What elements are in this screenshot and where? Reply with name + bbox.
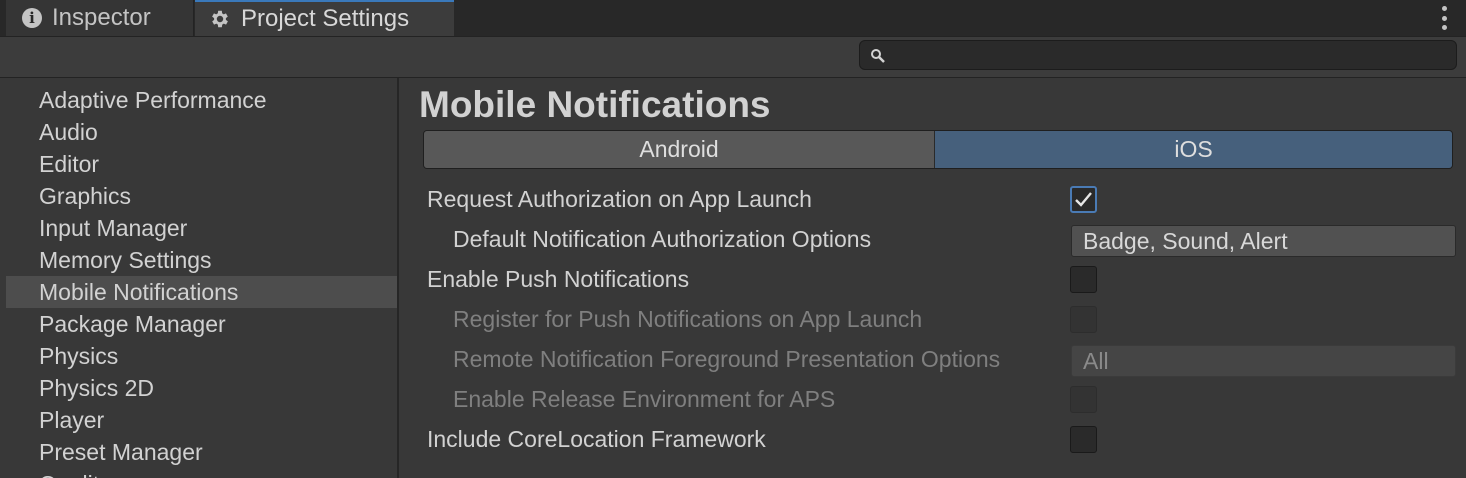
search-input[interactable]	[894, 43, 1448, 69]
setting-label: Enable Release Environment for APS	[453, 386, 836, 412]
sidebar-item-package-manager[interactable]: Package Manager	[6, 308, 397, 340]
sidebar-item-audio[interactable]: Audio	[6, 116, 397, 148]
sidebar-item-graphics[interactable]: Graphics	[6, 180, 397, 212]
setting-request-authorization: Request Authorization on App Launch	[399, 179, 1466, 219]
info-icon: i	[22, 8, 42, 28]
request-authorization-checkbox[interactable]	[1070, 186, 1097, 213]
setting-label: Enable Push Notifications	[427, 266, 690, 292]
sidebar-item-mobile-notifications[interactable]: Mobile Notifications	[6, 276, 397, 308]
page-title: Mobile Notifications	[419, 84, 771, 125]
sidebar-item-player[interactable]: Player	[6, 404, 397, 436]
settings-toolbar	[0, 37, 1466, 78]
gear-icon	[209, 8, 231, 30]
setting-enable-push: Enable Push Notifications	[399, 259, 1466, 299]
search-field[interactable]	[859, 40, 1457, 70]
sidebar-item-quality[interactable]: Quality	[6, 468, 397, 478]
sidebar-item-memory-settings[interactable]: Memory Settings	[6, 244, 397, 276]
search-icon	[870, 48, 886, 69]
sidebar-item-adaptive-performance[interactable]: Adaptive Performance	[6, 84, 397, 116]
setting-label: Remote Notification Foreground Presentat…	[453, 346, 1001, 372]
enable-push-checkbox[interactable]	[1070, 266, 1097, 293]
sidebar-item-editor[interactable]: Editor	[6, 148, 397, 180]
setting-remote-foreground-options: Remote Notification Foreground Presentat…	[399, 339, 1466, 379]
platform-tabs: Android iOS	[423, 130, 1453, 169]
tab-inspector[interactable]: i Inspector	[6, 0, 194, 36]
setting-label: Default Notification Authorization Optio…	[453, 226, 872, 252]
tab-ios[interactable]: iOS	[935, 131, 1452, 168]
setting-label: Register for Push Notifications on App L…	[453, 306, 923, 332]
release-environment-checkbox	[1070, 386, 1097, 413]
default-authorization-options-dropdown[interactable]: Badge, Sound, Alert	[1071, 225, 1456, 257]
sidebar-item-input-manager[interactable]: Input Manager	[6, 212, 397, 244]
setting-label: Include CoreLocation Framework	[427, 426, 766, 452]
tab-inspector-label: Inspector	[52, 4, 151, 31]
tab-project-settings[interactable]: Project Settings	[195, 0, 454, 36]
tab-android[interactable]: Android	[424, 131, 935, 168]
register-push-checkbox	[1070, 306, 1097, 333]
setting-default-authorization-options: Default Notification Authorization Optio…	[399, 219, 1466, 259]
more-options-icon[interactable]	[1440, 6, 1448, 30]
setting-corelocation: Include CoreLocation Framework	[399, 419, 1466, 459]
setting-label: Request Authorization on App Launch	[427, 186, 812, 212]
project-settings-window: i Inspector Project Settings Adaptive Pe…	[0, 0, 1466, 478]
checkmark-icon	[1075, 192, 1092, 207]
settings-sidebar: Adaptive Performance Audio Editor Graphi…	[6, 78, 399, 478]
window-tab-bar: i Inspector Project Settings	[0, 0, 1466, 37]
setting-release-environment: Enable Release Environment for APS	[399, 379, 1466, 419]
sidebar-item-physics[interactable]: Physics	[6, 340, 397, 372]
corelocation-checkbox[interactable]	[1070, 426, 1097, 453]
remote-foreground-options-dropdown: All	[1071, 345, 1456, 377]
setting-register-push: Register for Push Notifications on App L…	[399, 299, 1466, 339]
sidebar-item-preset-manager[interactable]: Preset Manager	[6, 436, 397, 468]
tab-project-settings-label: Project Settings	[241, 5, 410, 32]
sidebar-item-physics-2d[interactable]: Physics 2D	[6, 372, 397, 404]
settings-main-panel: Mobile Notifications Android iOS Request…	[399, 78, 1466, 478]
